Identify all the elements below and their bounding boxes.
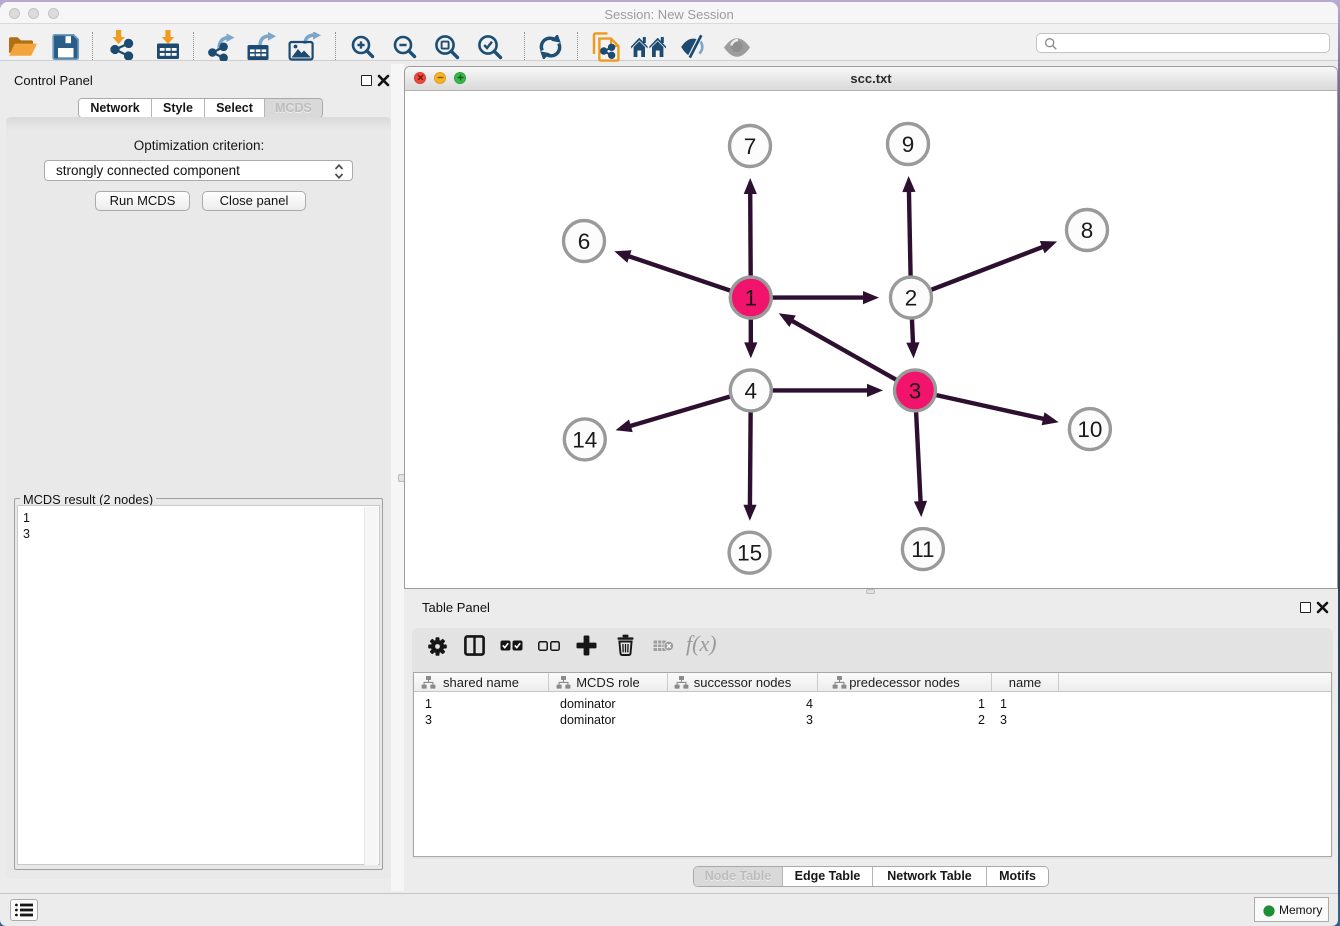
svg-text:8: 8 bbox=[1081, 218, 1094, 243]
svg-text:7: 7 bbox=[744, 134, 757, 159]
svg-text:2: 2 bbox=[905, 286, 918, 311]
svg-text:14: 14 bbox=[572, 427, 597, 452]
svg-text:15: 15 bbox=[737, 541, 762, 566]
svg-text:10: 10 bbox=[1077, 417, 1102, 442]
svg-text:4: 4 bbox=[745, 378, 758, 403]
svg-text:9: 9 bbox=[902, 132, 915, 157]
svg-text:1: 1 bbox=[745, 286, 758, 311]
svg-text:11: 11 bbox=[911, 537, 934, 562]
svg-text:6: 6 bbox=[578, 229, 591, 254]
svg-text:3: 3 bbox=[909, 378, 922, 403]
